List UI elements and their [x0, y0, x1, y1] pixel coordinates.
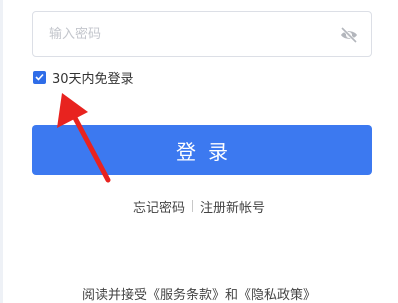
register-link[interactable]: 注册新帐号: [200, 197, 265, 216]
eye-slash-icon[interactable]: [339, 26, 359, 44]
privacy-policy-link[interactable]: 《隐私政策》: [238, 284, 316, 303]
login-button[interactable]: 登录: [32, 125, 372, 175]
remember-label[interactable]: 30天内免登录: [52, 68, 134, 87]
remember-checkbox[interactable]: [33, 70, 46, 84]
service-terms-link[interactable]: 《服务条款》: [147, 284, 225, 303]
forgot-password-link[interactable]: 忘记密码: [133, 197, 185, 216]
left-edge-divider: [0, 0, 3, 303]
check-icon: [35, 73, 44, 81]
remember-login-row[interactable]: 30天内免登录: [33, 68, 134, 87]
account-links: 忘记密码 注册新帐号: [0, 197, 398, 216]
terms-conjunction: 和: [225, 288, 239, 303]
terms-prefix: 阅读并接受: [81, 288, 147, 303]
link-separator: [192, 200, 193, 212]
password-input[interactable]: [33, 12, 323, 56]
terms-notice: 阅读并接受 《服务条款》 和 《隐私政策》: [0, 284, 398, 303]
password-field[interactable]: [32, 11, 372, 57]
